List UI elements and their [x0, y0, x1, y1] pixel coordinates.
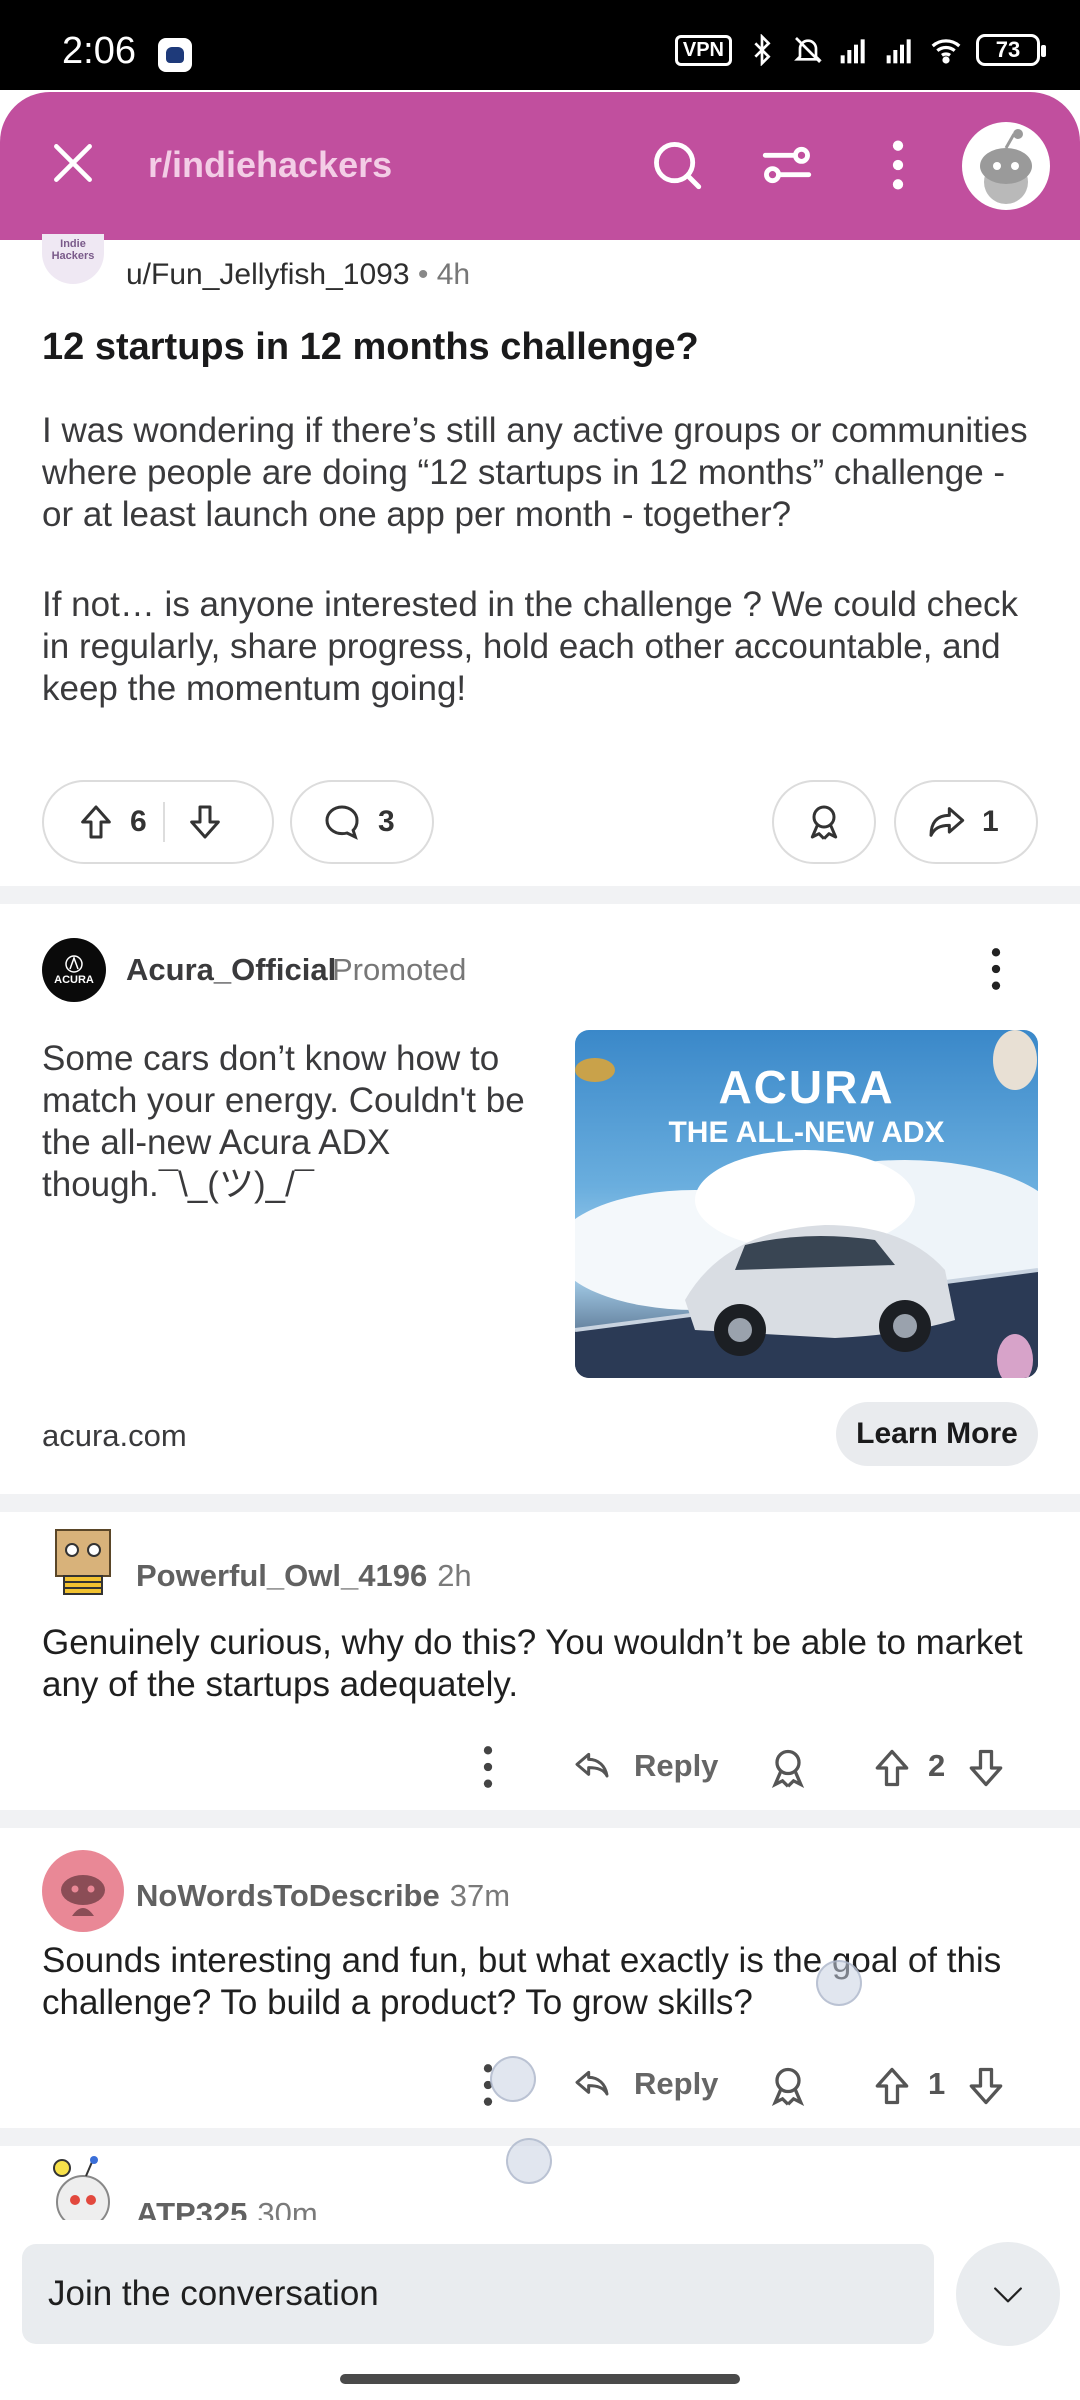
- close-icon[interactable]: [48, 138, 98, 188]
- status-bar: 2:06 VPN 73: [0, 0, 1080, 90]
- home-indicator[interactable]: [340, 2374, 740, 2384]
- touch-indicator: [816, 1960, 862, 2006]
- acura-logo-icon: [65, 955, 83, 973]
- reply-icon[interactable]: [570, 2064, 614, 2104]
- comment-body: Genuinely curious, why do this? You woul…: [42, 1623, 1023, 1704]
- ad-image-brand: ACURA: [718, 1061, 895, 1113]
- status-icons: VPN 73: [674, 30, 1046, 70]
- comment-avatar[interactable]: [42, 1516, 124, 1598]
- reply-button[interactable]: Reply: [634, 1748, 718, 1784]
- award-icon[interactable]: [766, 2064, 810, 2108]
- award-icon[interactable]: [766, 1746, 810, 1790]
- downvote-icon[interactable]: [964, 1746, 1008, 1790]
- ad-image-tagline: THE ALL-NEW ADX: [668, 1116, 945, 1149]
- award-icon: [810, 805, 838, 840]
- ad-text: Some cars don’t know how to match your e…: [42, 1039, 525, 1204]
- post-meta: Indie Hackers u/Fun_Jellyfish_1093 • 4h: [42, 234, 942, 294]
- section-divider: [0, 1810, 1080, 1828]
- signal-icon: [840, 39, 865, 64]
- snoo-avatar-icon: [42, 1850, 124, 1932]
- comment-author-name[interactable]: NoWordsToDescribe: [136, 1878, 440, 1913]
- post-title: 12 startups in 12 months challenge?: [42, 326, 699, 368]
- promoted-label: Promoted: [332, 952, 467, 987]
- search-icon[interactable]: [648, 136, 706, 194]
- reply-icon[interactable]: [570, 1746, 614, 1786]
- share-icon: [929, 807, 965, 837]
- ad-more-options-icon[interactable]: [978, 944, 1014, 994]
- subreddit-header: r/indiehackers: [0, 92, 1080, 240]
- advertiser-logo[interactable]: ACURA: [42, 938, 106, 1002]
- signal-icon-2: [886, 39, 911, 64]
- comment-author[interactable]: Powerful_Owl_4196 2h: [136, 1558, 472, 1594]
- comment-author[interactable]: NoWordsToDescribe 37m: [136, 1878, 510, 1914]
- post-paragraph: If not… is anyone interested in the chal…: [42, 585, 1019, 708]
- post-share-count: 1: [982, 805, 999, 838]
- post-author-name[interactable]: u/Fun_Jellyfish_1093: [126, 258, 410, 291]
- post-body: I was wondering if there’s still any act…: [42, 410, 1042, 758]
- comments-button[interactable]: 3: [290, 780, 434, 864]
- join-conversation-input[interactable]: Join the conversation: [22, 2244, 934, 2344]
- post-age: 4h: [436, 258, 471, 291]
- vote-control: 6: [42, 780, 274, 864]
- status-time: 2:06: [62, 30, 136, 72]
- advertiser-logo-text: ACURA: [54, 974, 94, 986]
- comment-author-name[interactable]: Powerful_Owl_4196: [136, 1558, 427, 1593]
- battery-icon: 73: [976, 34, 1046, 66]
- subreddit-title[interactable]: r/indiehackers: [148, 144, 392, 186]
- comment-more-icon[interactable]: [470, 1742, 506, 1792]
- post-author[interactable]: u/Fun_Jellyfish_1093 • 4h: [126, 258, 470, 292]
- more-options-icon[interactable]: [878, 136, 918, 194]
- vpn-icon: VPN: [674, 34, 732, 66]
- share-button[interactable]: 1: [894, 780, 1038, 864]
- comment-vote-count: 2: [928, 1748, 946, 1783]
- comment-body: Sounds interesting and fun, but what exa…: [42, 1941, 1002, 2022]
- comment-icon: [325, 805, 359, 840]
- post-vote-count: 6: [130, 805, 147, 838]
- ad-image[interactable]: ACURA THE ALL-NEW ADX: [575, 1030, 1038, 1378]
- touch-indicator: [506, 2138, 552, 2184]
- upvote-icon[interactable]: [870, 2064, 914, 2108]
- comment-actions: Reply 2: [470, 1736, 1030, 1796]
- comment-age: 2h: [437, 1558, 472, 1593]
- owl-avatar-icon: [55, 1529, 111, 1595]
- mute-bell-icon: [794, 37, 822, 63]
- comment-vote-count: 1: [928, 2066, 946, 2101]
- post-comment-count: 3: [378, 805, 395, 838]
- advertiser-name[interactable]: Acura_Official: [126, 952, 336, 988]
- learn-more-button[interactable]: Learn More: [836, 1402, 1038, 1466]
- section-divider: [0, 1494, 1080, 1512]
- downvote-icon[interactable]: [185, 802, 225, 842]
- downvote-icon[interactable]: [964, 2064, 1008, 2108]
- wifi-icon: [931, 39, 961, 64]
- comment-age: 37m: [449, 1878, 511, 1913]
- filter-icon[interactable]: [758, 136, 816, 194]
- chevron-down-icon: [994, 2287, 1022, 2303]
- bluetooth-icon: [754, 34, 771, 66]
- touch-indicator: [490, 2056, 536, 2102]
- upvote-icon[interactable]: [870, 1746, 914, 1790]
- upvote-icon[interactable]: [76, 802, 116, 842]
- snoo-avatar-icon: [980, 129, 1032, 204]
- post-paragraph: I was wondering if there’s still any act…: [42, 411, 1028, 534]
- subreddit-avatar[interactable]: Indie Hackers: [42, 234, 104, 284]
- award-button[interactable]: [772, 780, 876, 864]
- collapse-button[interactable]: [956, 2242, 1060, 2346]
- comment-actions: Reply 1: [470, 2054, 1030, 2114]
- comment-avatar[interactable]: [42, 1850, 124, 1932]
- reply-button[interactable]: Reply: [634, 2066, 718, 2102]
- section-divider: [0, 886, 1080, 904]
- vote-divider: [162, 802, 165, 842]
- notification-app-icon: [158, 38, 192, 72]
- user-avatar[interactable]: [962, 122, 1050, 210]
- ad-domain[interactable]: acura.com: [42, 1418, 187, 1454]
